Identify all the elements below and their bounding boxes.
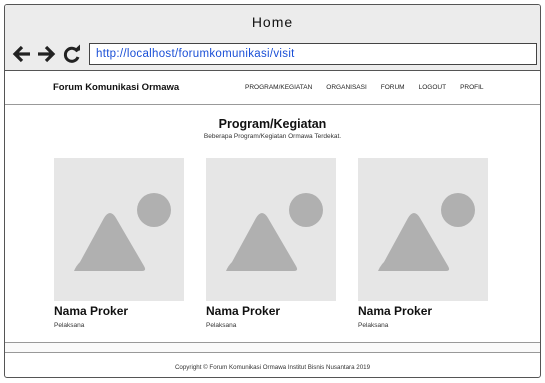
forward-button[interactable] — [35, 43, 57, 65]
card-image[interactable] — [206, 158, 336, 301]
nav-item-program-kegiatan[interactable]: PROGRAM/KEGIATAN — [245, 84, 312, 91]
section-subtitle: Beberapa Program/Kegiatan Ormawa Terdeka… — [203, 133, 342, 140]
footer-divider — [5, 342, 540, 353]
card-image[interactable] — [358, 158, 488, 301]
nav-item-organisasi[interactable]: ORGANISASI — [326, 84, 366, 91]
back-button[interactable] — [11, 43, 33, 65]
window-title-bar: Home — [5, 5, 540, 38]
card-meta: Pelaksana — [54, 322, 85, 329]
card-image[interactable] — [54, 158, 184, 301]
image-placeholder-icon — [74, 193, 171, 271]
nav-item-forum[interactable]: FORUM — [381, 84, 405, 91]
footer-copyright: Copyright © Forum Komunikasi Ormawa Inst… — [174, 364, 371, 371]
program-card: Nama Proker Pelaksana — [358, 158, 488, 329]
site-navbar: Forum Komunikasi Ormawa PROGRAM/KEGIATAN… — [5, 73, 540, 105]
nav-menu: PROGRAM/KEGIATAN ORGANISASI FORUM LOGOUT… — [245, 84, 498, 91]
program-card: Nama Proker Pelaksana — [54, 158, 184, 329]
nav-item-profil[interactable]: PROFIL — [460, 84, 483, 91]
program-card: Nama Proker Pelaksana — [206, 158, 336, 329]
url-input[interactable] — [89, 43, 537, 65]
card-meta: Pelaksana — [358, 322, 389, 329]
window-title: Home — [251, 13, 294, 30]
refresh-icon — [63, 44, 80, 63]
browser-window: Home Forum Komunikasi Ormawa PROGRAM/KEG… — [4, 4, 541, 378]
section-title: Program/Kegiatan — [218, 117, 327, 131]
card-meta: Pelaksana — [206, 322, 237, 329]
image-placeholder-icon — [226, 193, 323, 271]
arrow-left-icon — [12, 45, 30, 63]
site-brand[interactable]: Forum Komunikasi Ormawa — [53, 82, 179, 93]
card-title[interactable]: Nama Proker — [358, 304, 488, 318]
nav-item-logout[interactable]: LOGOUT — [419, 84, 446, 91]
card-title[interactable]: Nama Proker — [54, 304, 184, 318]
refresh-button[interactable] — [61, 43, 83, 65]
browser-toolbar — [5, 38, 540, 71]
image-placeholder-icon — [378, 193, 475, 271]
arrow-right-icon — [38, 45, 56, 63]
card-title[interactable]: Nama Proker — [206, 304, 336, 318]
